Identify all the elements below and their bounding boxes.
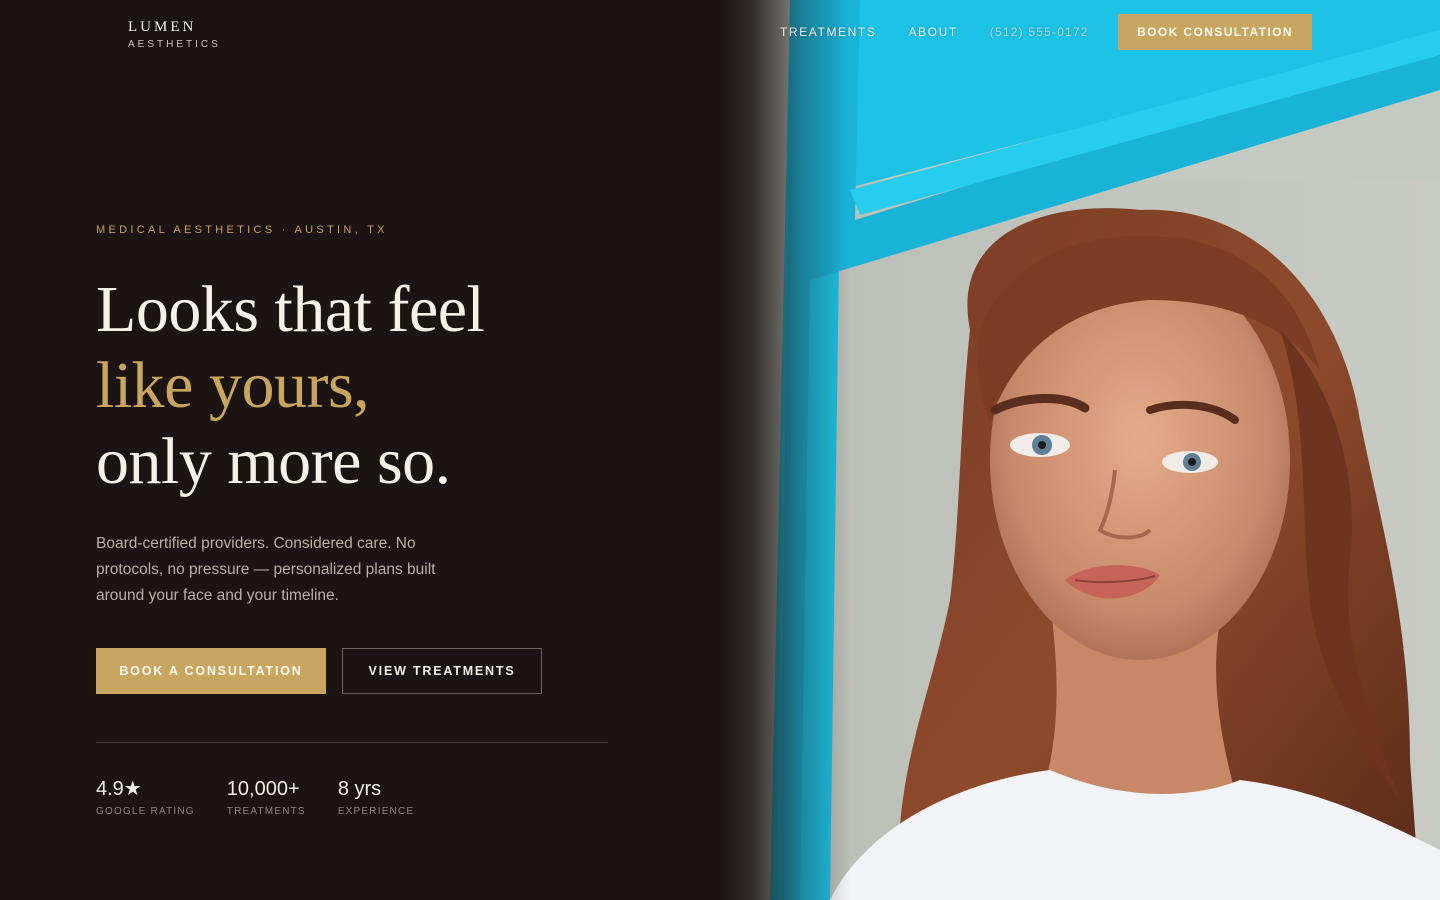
stat-value: 10,000+ <box>226 778 300 800</box>
headline-line-2-accent: like yours, <box>96 349 370 422</box>
brand-name: LUMEN <box>128 19 197 35</box>
stat-value: 4.9★ <box>96 778 142 800</box>
main-nav: TREATMENTS ABOUT (512) 555-0172 <box>780 14 1121 50</box>
photo-edge-fade <box>720 0 850 900</box>
book-a-consultation-button[interactable]: BOOK A CONSULTATION <box>96 648 326 694</box>
brand-subtitle: AESTHETICS <box>128 39 221 50</box>
headline-line-1: Looks that feel <box>96 273 485 346</box>
nav-phone-link[interactable]: (512) 555-0172 <box>990 25 1089 39</box>
nav-link-about[interactable]: ABOUT <box>908 25 957 39</box>
stat-treatments: 10,000+ TREATMENTS <box>227 776 306 817</box>
hero-portrait-image <box>720 0 1440 900</box>
landing-page: LUMEN AESTHETICS TREATMENTS ABOUT (512) … <box>0 0 1440 900</box>
stat-label: GOOGLE RATING <box>96 806 195 817</box>
book-consultation-nav-button[interactable]: BOOK CONSULTATION <box>1118 14 1312 50</box>
nav-link-treatments[interactable]: TREATMENTS <box>780 25 876 39</box>
view-treatments-button[interactable]: VIEW TREATMENTS <box>342 648 542 694</box>
hero-description: Board-certified providers. Considered ca… <box>96 535 436 604</box>
stat-google-rating: 4.9★ GOOGLE RATING <box>96 776 195 817</box>
stats-divider <box>96 742 608 743</box>
hero-headline: Looks that feel like yours, only more so… <box>96 272 485 500</box>
stat-label: EXPERIENCE <box>337 806 415 817</box>
stat-value: 8 yrs <box>337 778 382 800</box>
stats-row: 4.9★ GOOGLE RATING 10,000+ TREATMENTS 8 … <box>96 776 446 817</box>
stat-experience: 8 yrs EXPERIENCE <box>338 776 414 817</box>
hero-eyebrow: MEDICAL AESTHETICS · AUSTIN, TX <box>96 224 388 236</box>
brand-logo[interactable]: LUMEN AESTHETICS <box>128 18 221 53</box>
headline-line-3: only more so. <box>96 425 451 498</box>
stat-label: TREATMENTS <box>226 806 306 817</box>
